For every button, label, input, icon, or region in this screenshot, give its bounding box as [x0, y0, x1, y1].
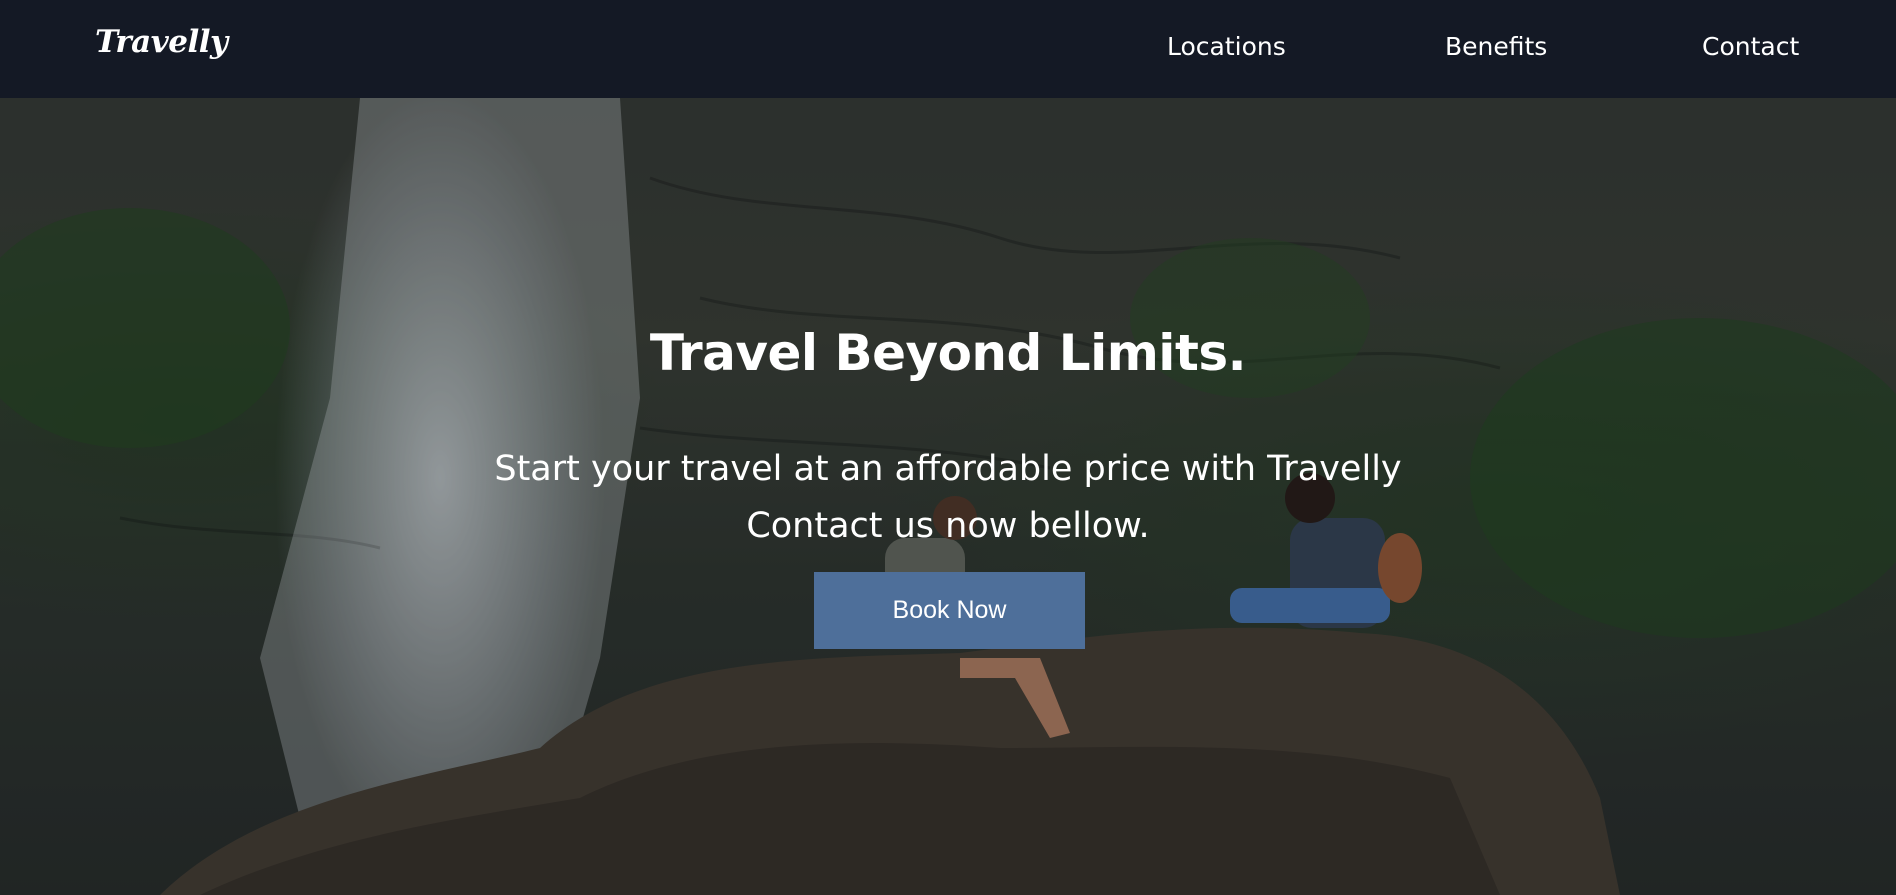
hero-title: Travel Beyond Limits. — [649, 323, 1247, 382]
nav-link-contact[interactable]: Contact — [1702, 32, 1799, 61]
book-now-button[interactable]: Book Now — [814, 572, 1085, 649]
top-navbar: Travelly Locations Benefits Contact — [0, 0, 1896, 98]
hero-section: Travel Beyond Limits. Start your travel … — [0, 98, 1896, 895]
nav-link-locations[interactable]: Locations — [1167, 32, 1286, 61]
brand-logo[interactable]: Travelly — [95, 24, 228, 60]
hero-subtitle-line-2: Contact us now bellow. — [746, 506, 1150, 546]
hero-subtitle: Start your travel at an affordable price… — [398, 441, 1498, 555]
hero-subtitle-line-1: Start your travel at an affordable price… — [494, 449, 1402, 489]
nav-link-benefits[interactable]: Benefits — [1445, 32, 1547, 61]
